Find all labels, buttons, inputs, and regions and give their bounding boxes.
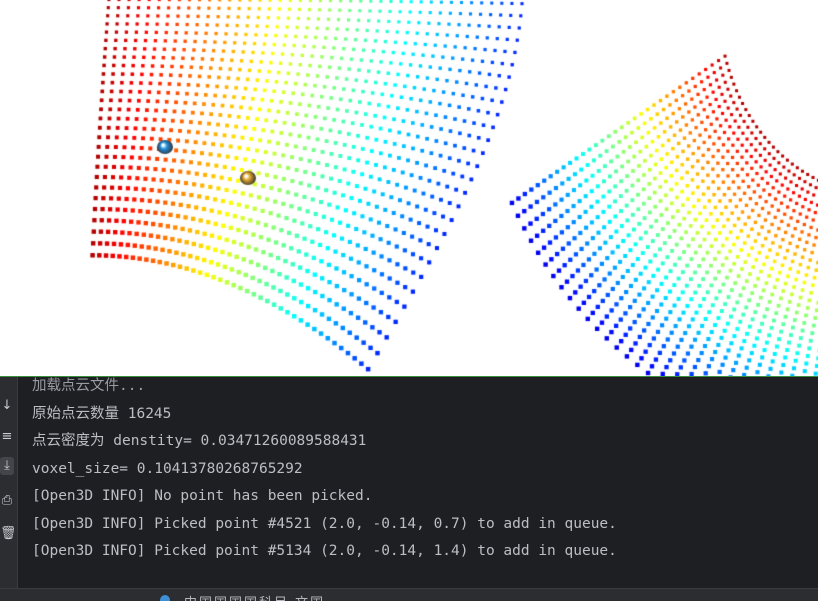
console-line: [Open3D INFO] Picked point #4521 (2.0, -… bbox=[32, 515, 617, 532]
status-bar: 中国国国国科目 文国 bbox=[0, 588, 818, 601]
arrow-down-icon[interactable]: ↓ bbox=[0, 397, 14, 415]
console-output[interactable]: 加载点云文件... 原始点云数量 16245 点云密度为 denstity= 0… bbox=[32, 373, 818, 566]
console-line: 原始点云数量 16245 bbox=[32, 405, 172, 422]
console-line: 加载点云文件... bbox=[32, 378, 146, 394]
console-line: 点云密度为 denstity= 0.03471260089588431 bbox=[32, 433, 367, 449]
point-cloud-viewer[interactable] bbox=[0, 0, 818, 376]
console-line: [Open3D INFO] Picked point #5134 (2.0, -… bbox=[32, 543, 617, 559]
trash-icon[interactable]: 🗑 bbox=[0, 525, 14, 543]
soft-wrap-icon[interactable]: ≡ bbox=[0, 428, 14, 446]
console-line: [Open3D INFO] No point has been picked. bbox=[32, 488, 373, 504]
run-console: ↓ ≡ ⤓ ⎙ 🗑 加载点云文件... 原始点云数量 16245 点云密度为 d… bbox=[0, 377, 818, 588]
python-icon bbox=[160, 595, 170, 601]
point-cloud-canvas[interactable] bbox=[0, 0, 818, 376]
print-icon[interactable]: ⎙ bbox=[0, 492, 14, 510]
console-toolbar: ↓ ≡ ⤓ ⎙ 🗑 bbox=[0, 377, 18, 588]
scroll-to-end-icon[interactable]: ⤓ bbox=[0, 457, 14, 475]
console-line: voxel_size= 0.10413780268765292 bbox=[32, 460, 303, 477]
